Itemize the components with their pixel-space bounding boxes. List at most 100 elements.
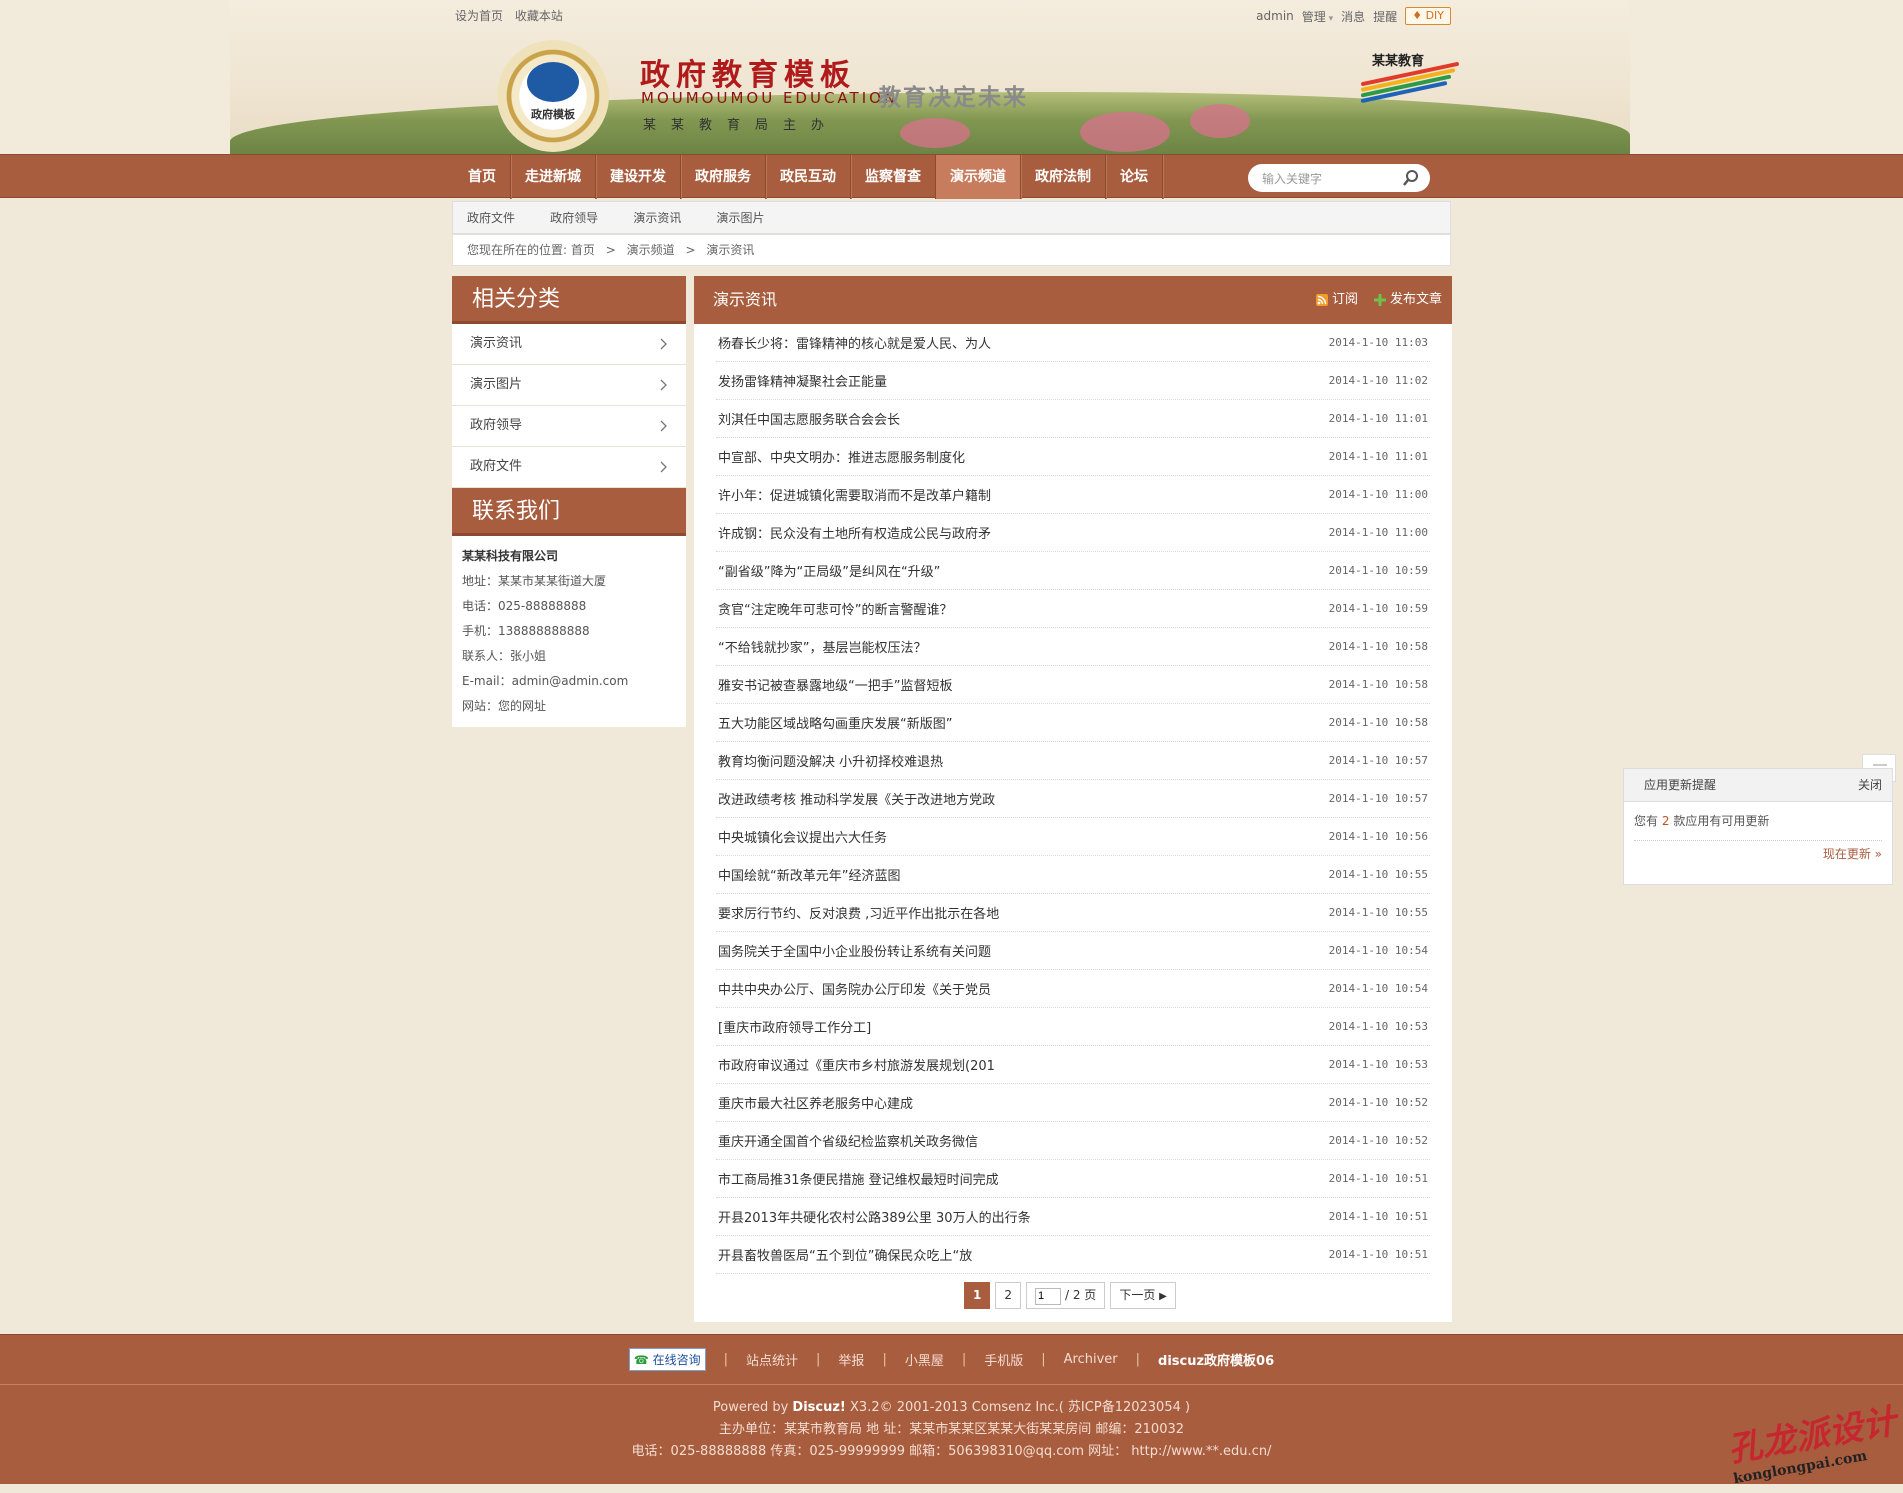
list-item[interactable]: 中央城镇化会议提出六大任务 2014-1-10 10:56 <box>716 818 1430 856</box>
page-number-input[interactable] <box>1035 1287 1061 1305</box>
notice-close-button[interactable]: 关闭 <box>1858 769 1882 802</box>
list-item[interactable]: 中共中央办公厅、国务院办公厅印发《关于党员 2014-1-10 10:54 <box>716 970 1430 1008</box>
article-title-link[interactable]: 贪官“注定晚年可悲可怜”的断言警醒谁？ <box>718 599 952 618</box>
discuz-link[interactable]: Discuz! <box>792 1400 845 1415</box>
remind-link[interactable]: 提醒 <box>1373 8 1397 25</box>
list-item[interactable]: 许成钢：民众没有土地所有权造成公民与政府矛 2014-1-10 11:00 <box>716 514 1430 552</box>
article-title-link[interactable]: 许小年：促进城镇化需要取消而不是改革户籍制 <box>718 485 991 504</box>
article-title-link[interactable]: 雅安书记被查暴露地级“一把手”监督短板 <box>718 675 952 694</box>
list-item[interactable]: 贪官“注定晚年可悲可怜”的断言警醒谁？ 2014-1-10 10:59 <box>716 590 1430 628</box>
search-box[interactable]: 输入关键字 <box>1248 164 1430 192</box>
subnav-item-gov-leaders[interactable]: 政府领导 <box>550 202 598 234</box>
list-item[interactable]: 市政府审议通过《重庆市乡村旅游发展规划(201 2014-1-10 10:53 <box>716 1046 1430 1084</box>
search-input[interactable]: 输入关键字 <box>1262 170 1322 187</box>
article-title-link[interactable]: 重庆市最大社区养老服务中心建成 <box>718 1093 913 1112</box>
nav-item-interaction[interactable]: 政民互动 <box>766 155 851 199</box>
bookmark-link[interactable]: 收藏本站 <box>515 9 563 23</box>
footer-link-blackroom[interactable]: 小黑屋 <box>905 1350 944 1369</box>
list-item[interactable]: 许小年：促进城镇化需要取消而不是改革户籍制 2014-1-10 11:00 <box>716 476 1430 514</box>
article-title-link[interactable]: 市政府审议通过《重庆市乡村旅游发展规划(201 <box>718 1055 995 1074</box>
list-item[interactable]: 重庆开通全国首个省级纪检监察机关政务微信 2014-1-10 10:52 <box>716 1122 1430 1160</box>
list-item[interactable]: 五大功能区域战略勾画重庆发展“新版图” 2014-1-10 10:58 <box>716 704 1430 742</box>
breadcrumb-home[interactable]: 首页 <box>571 243 595 257</box>
article-title-link[interactable]: 市工商局推31条便民措施 登记维权最短时间完成 <box>718 1169 999 1188</box>
subscribe-button[interactable]: 订阅 <box>1315 276 1358 324</box>
category-item-gov-leaders[interactable]: 政府领导 <box>452 406 686 447</box>
diy-button[interactable]: ♦ DIY <box>1405 7 1451 25</box>
nav-item-construction[interactable]: 建设开发 <box>596 155 681 199</box>
page-1-button[interactable]: 1 <box>964 1282 991 1309</box>
list-item[interactable]: 国务院关于全国中小企业股份转让系统有关问题 2014-1-10 10:54 <box>716 932 1430 970</box>
category-item-demo-images[interactable]: 演示图片 <box>452 365 686 406</box>
article-title-link[interactable]: 改进政绩考核 推动科学发展《关于改进地方党政 <box>718 789 995 808</box>
update-now-link[interactable]: 现在更新 » <box>1634 840 1882 865</box>
search-icon[interactable] <box>1402 169 1420 187</box>
breadcrumb-demo-channel[interactable]: 演示频道 <box>627 243 675 257</box>
list-item[interactable]: 开县畜牧兽医局“五个到位”确保民众吃上“放 2014-1-10 10:51 <box>716 1236 1430 1274</box>
category-item-gov-documents[interactable]: 政府文件 <box>452 447 686 488</box>
article-title-link[interactable]: 开县2013年共硬化农村公路389公里 30万人的出行条 <box>718 1207 1031 1226</box>
subnav-item-gov-documents[interactable]: 政府文件 <box>467 202 515 234</box>
article-title-link[interactable]: 国务院关于全国中小企业股份转让系统有关问题 <box>718 941 991 960</box>
article-title-link[interactable]: 刘淇任中国志愿服务联合会会长 <box>718 409 900 428</box>
list-item[interactable]: 重庆市最大社区养老服务中心建成 2014-1-10 10:52 <box>716 1084 1430 1122</box>
list-item[interactable]: 杨春长少将：雷锋精神的核心就是爱人民、为人 2014-1-10 11:03 <box>716 324 1430 362</box>
article-title-link[interactable]: 要求厉行节约、反对浪费 ,习近平作出批示在各地 <box>718 903 999 922</box>
footer-link-stats[interactable]: 站点统计 <box>746 1350 798 1369</box>
article-title-link[interactable]: 中国绘就“新改革元年”经济蓝图 <box>718 865 900 884</box>
article-title-link[interactable]: 发扬雷锋精神凝聚社会正能量 <box>718 371 887 390</box>
publish-article-button[interactable]: 发布文章 <box>1373 276 1442 324</box>
online-consult-button[interactable]: ☎ 在线咨询 <box>628 1348 706 1371</box>
list-item[interactable]: 发扬雷锋精神凝聚社会正能量 2014-1-10 11:02 <box>716 362 1430 400</box>
footer-link-archiver[interactable]: Archiver <box>1064 1352 1118 1367</box>
article-title-link[interactable]: 杨春长少将：雷锋精神的核心就是爱人民、为人 <box>718 333 991 352</box>
set-homepage-link[interactable]: 设为首页 <box>455 9 503 23</box>
article-title-link[interactable]: 教育均衡问题没解决 小升初择校难退热 <box>718 751 943 770</box>
list-item[interactable]: “副省级”降为“正局级”是纠风在“升级” 2014-1-10 10:59 <box>716 552 1430 590</box>
article-title-link[interactable]: 重庆开通全国首个省级纪检监察机关政务微信 <box>718 1131 978 1150</box>
category-item-demo-news[interactable]: 演示资讯 <box>452 324 686 365</box>
list-item[interactable]: 雅安书记被查暴露地级“一把手”监督短板 2014-1-10 10:58 <box>716 666 1430 704</box>
footer-link-report[interactable]: 举报 <box>838 1350 864 1369</box>
footer-separator: | <box>1041 1352 1046 1367</box>
subnav-item-demo-news[interactable]: 演示资讯 <box>633 202 681 234</box>
article-title-link[interactable]: 开县畜牧兽医局“五个到位”确保民众吃上“放 <box>718 1245 972 1264</box>
nav-item-home[interactable]: 首页 <box>454 155 511 199</box>
list-item[interactable]: 开县2013年共硬化农村公路389公里 30万人的出行条 2014-1-10 10… <box>716 1198 1430 1236</box>
subnav-item-demo-images[interactable]: 演示图片 <box>716 202 764 234</box>
list-item[interactable]: 要求厉行节约、反对浪费 ,习近平作出批示在各地 2014-1-10 10:55 <box>716 894 1430 932</box>
list-item[interactable]: 改进政绩考核 推动科学发展《关于改进地方党政 2014-1-10 10:57 <box>716 780 1430 818</box>
article-title-link[interactable]: [重庆市政府领导工作分工] <box>718 1017 871 1036</box>
footer-link-mobile[interactable]: 手机版 <box>984 1350 1023 1369</box>
breadcrumb-demo-news[interactable]: 演示资讯 <box>706 243 754 257</box>
messages-link[interactable]: 消息 <box>1341 8 1365 25</box>
article-title-link[interactable]: 许成钢：民众没有土地所有权造成公民与政府矛 <box>718 523 991 542</box>
list-item[interactable]: 中国绘就“新改革元年”经济蓝图 2014-1-10 10:55 <box>716 856 1430 894</box>
article-title-link[interactable]: “不给钱就抄家”，基层岂能权压法？ <box>718 637 926 656</box>
nav-item-enter-new-city[interactable]: 走进新城 <box>511 155 596 199</box>
list-item[interactable]: 中宣部、中央文明办：推进志愿服务制度化 2014-1-10 11:01 <box>716 438 1430 476</box>
list-item[interactable]: “不给钱就抄家”，基层岂能权压法？ 2014-1-10 10:58 <box>716 628 1430 666</box>
article-date: 2014-1-10 11:00 <box>1328 526 1428 539</box>
nav-item-demo-channel[interactable]: 演示频道 <box>936 155 1021 199</box>
list-item[interactable]: [重庆市政府领导工作分工] 2014-1-10 10:53 <box>716 1008 1430 1046</box>
nav-item-legal[interactable]: 政府法制 <box>1021 155 1106 199</box>
article-title-link[interactable]: “副省级”降为“正局级”是纠风在“升级” <box>718 561 940 580</box>
nav-item-gov-services[interactable]: 政府服务 <box>681 155 766 199</box>
nav-item-supervision[interactable]: 监察督查 <box>851 155 936 199</box>
username-link[interactable]: admin <box>1256 9 1294 23</box>
nav-item-forum[interactable]: 论坛 <box>1106 155 1163 199</box>
page-jump: / 2 页 <box>1026 1282 1106 1309</box>
article-title-link[interactable]: 五大功能区域战略勾画重庆发展“新版图” <box>718 713 952 732</box>
article-title-link[interactable]: 中共中央办公厅、国务院办公厅印发《关于党员 <box>718 979 991 998</box>
chat-icon: ☎ <box>633 1353 653 1367</box>
page-2-button[interactable]: 2 <box>995 1282 1021 1309</box>
footer-brand-link[interactable]: discuz政府模板06 <box>1158 1350 1274 1369</box>
article-title-link[interactable]: 中宣部、中央文明办：推进志愿服务制度化 <box>718 447 965 466</box>
list-item[interactable]: 刘淇任中国志愿服务联合会会长 2014-1-10 11:01 <box>716 400 1430 438</box>
next-page-button[interactable]: 下一页 ▶ <box>1110 1282 1176 1309</box>
manage-menu[interactable]: 管理 ▾ <box>1302 8 1333 25</box>
list-item[interactable]: 教育均衡问题没解决 小升初择校难退热 2014-1-10 10:57 <box>716 742 1430 780</box>
list-item[interactable]: 市工商局推31条便民措施 登记维权最短时间完成 2014-1-10 10:51 <box>716 1160 1430 1198</box>
article-title-link[interactable]: 中央城镇化会议提出六大任务 <box>718 827 887 846</box>
